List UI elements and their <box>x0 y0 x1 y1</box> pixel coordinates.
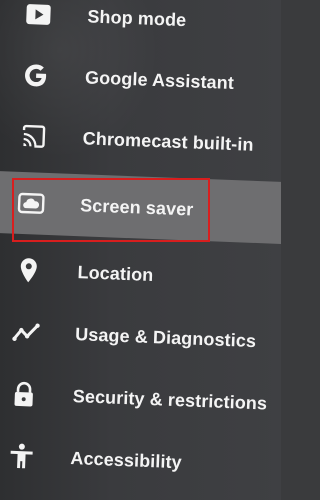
menu-item-accessibility[interactable]: Accessibility <box>0 424 281 497</box>
menu-item-label: Google Assistant <box>84 66 235 93</box>
accessibility-icon <box>6 441 37 472</box>
tv-settings-screen: Shop mode Google Assistant Chromecast bu… <box>0 0 281 500</box>
menu-item-label: Location <box>77 261 154 285</box>
settings-menu-list: Shop mode Google Assistant Chromecast bu… <box>0 0 281 500</box>
menu-item-security[interactable]: Security & restrictions <box>0 362 281 435</box>
cast-icon <box>18 121 49 152</box>
menu-item-label: Accessibility <box>70 447 183 472</box>
menu-item-location[interactable]: Location <box>0 238 281 311</box>
location-pin-icon <box>13 255 44 286</box>
menu-item-label: Usage & Diagnostics <box>74 323 257 351</box>
focus-highlight-box <box>12 178 210 242</box>
menu-item-label: Shop mode <box>87 5 187 30</box>
google-g-icon <box>21 60 52 91</box>
lock-icon <box>8 379 39 410</box>
menu-item-label: Security & restrictions <box>72 385 268 414</box>
menu-item-chromecast[interactable]: Chromecast built-in <box>0 104 281 177</box>
menu-item-usage-diagnostics[interactable]: Usage & Diagnostics <box>0 300 281 373</box>
trend-line-icon <box>11 317 42 348</box>
play-icon <box>23 0 54 30</box>
menu-item-label: Chromecast built-in <box>82 127 254 155</box>
